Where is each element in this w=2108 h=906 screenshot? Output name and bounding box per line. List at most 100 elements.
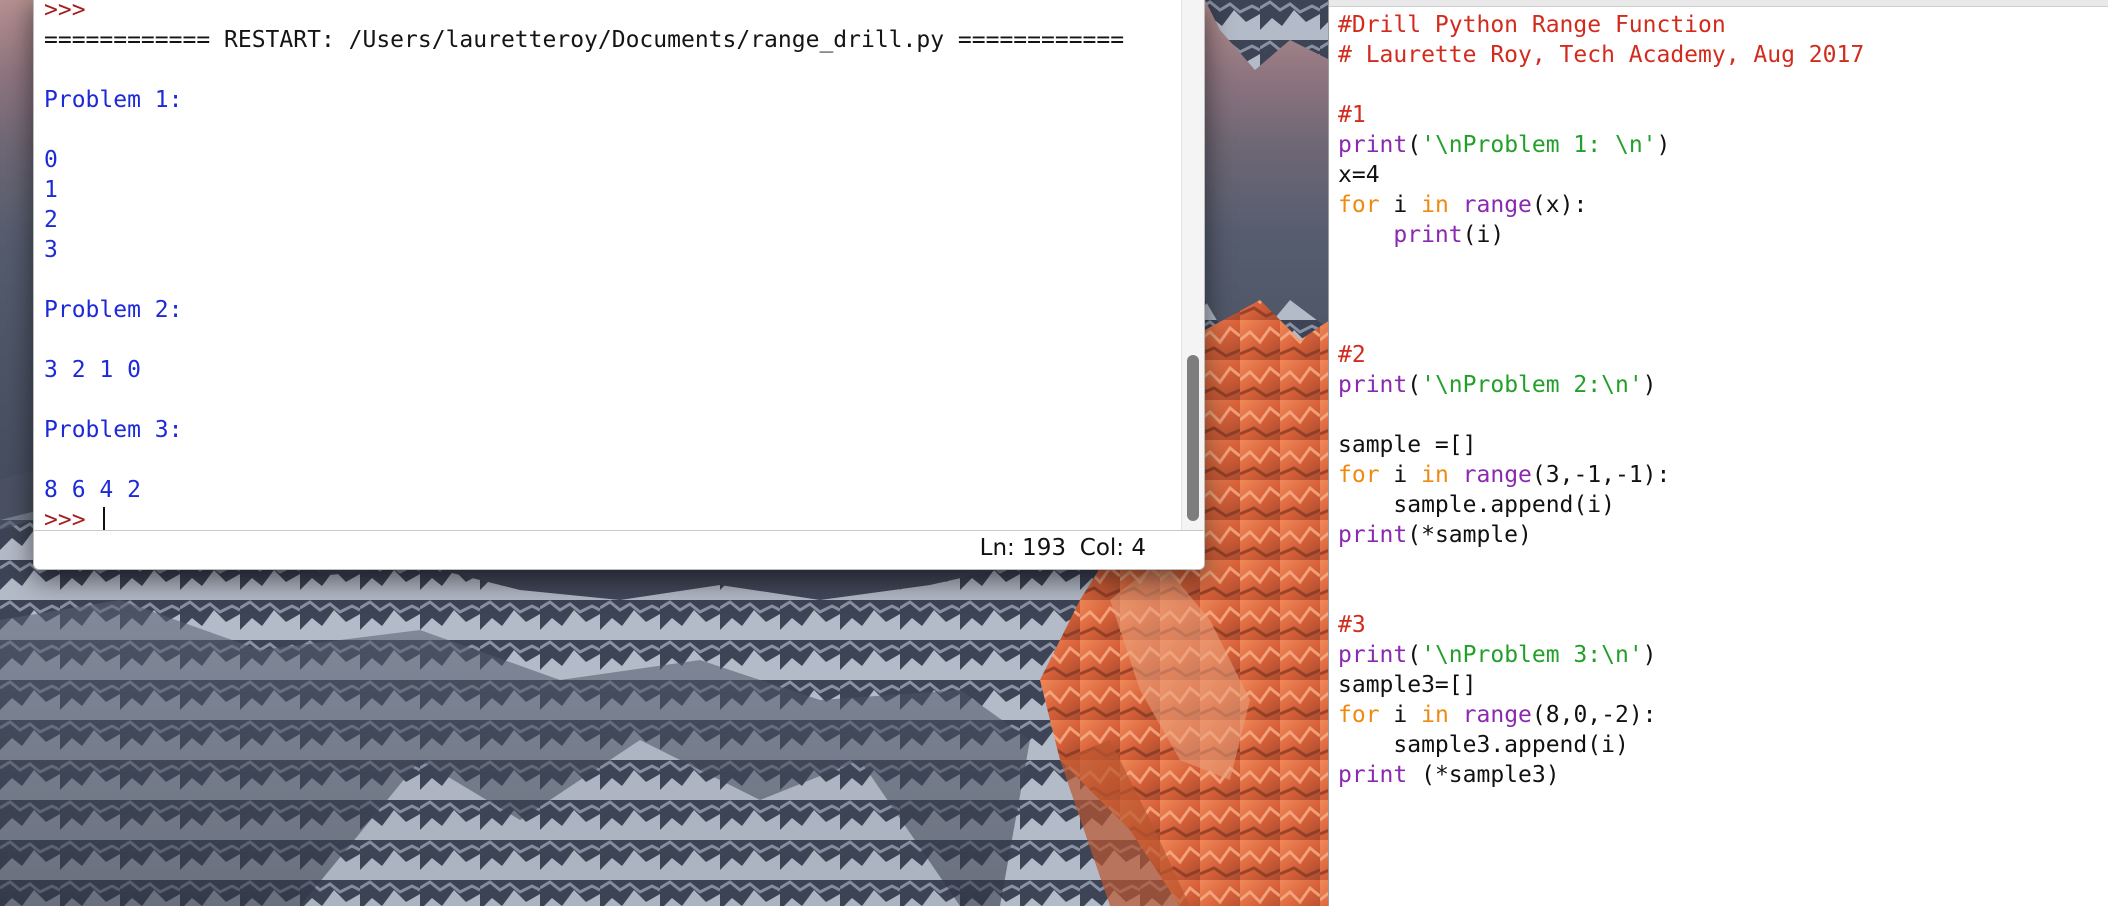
code-token-default: (: [1407, 132, 1422, 158]
shell-line-output: Problem 2:: [44, 295, 1169, 325]
status-column-number: Col: 4: [1079, 535, 1146, 561]
shell-line-text: 3 2 1 0: [44, 357, 141, 383]
editor-code-area[interactable]: #Drill Python Range Function # Laurette R…: [1338, 10, 2098, 890]
shell-line-text: 0: [44, 147, 58, 173]
shell-line-prompt: >>>: [44, 0, 1169, 25]
code-token-string: '\nProblem 3:\n': [1421, 642, 1643, 668]
code-token-default: (x):: [1531, 192, 1588, 218]
code-editor-window: #Drill Python Range Function # Laurette R…: [1328, 0, 2108, 906]
shell-line-text: 2: [44, 207, 58, 233]
shell-status-bar: Ln: 193 Col: 4: [34, 530, 1204, 569]
code-token-default: (*sample3): [1407, 762, 1560, 788]
shell-blank-line: [44, 325, 1169, 355]
code-line: sample3.append(i): [1338, 730, 2098, 760]
shell-output-area[interactable]: >>> ============ RESTART: /Users/laurette…: [44, 0, 1169, 530]
code-line: sample3=[]: [1338, 670, 2098, 700]
shell-line-output: 8 6 4 2: [44, 475, 1169, 505]
shell-blank-line: [44, 445, 1169, 475]
shell-blank-line: [44, 265, 1169, 295]
code-token-default: x=4: [1338, 162, 1380, 188]
code-token-default: [1449, 192, 1463, 218]
code-line: x=4: [1338, 160, 2098, 190]
code-token-default: (: [1407, 372, 1422, 398]
shell-line-text: 1: [44, 177, 58, 203]
code-line: print(*sample): [1338, 520, 2098, 550]
code-line: #1: [1338, 100, 2098, 130]
code-token-default: (*sample): [1407, 522, 1532, 548]
code-line: print('\nProblem 1: \n'): [1338, 130, 2098, 160]
code-token-builtin: print: [1393, 222, 1463, 248]
shell-line-current-prompt: >>>: [44, 505, 1169, 530]
shell-line-output: 2: [44, 205, 1169, 235]
shell-line-text: ============ RESTART: /Users/lauretteroy…: [44, 27, 1125, 53]
code-token-default: [1449, 462, 1463, 488]
code-token-default: i: [1379, 702, 1422, 728]
code-token-default: [1338, 222, 1393, 248]
code-token-builtin: print: [1338, 372, 1408, 398]
code-token-comment: #Drill Python Range Function: [1338, 12, 1726, 38]
code-line: #2: [1338, 340, 2098, 370]
code-token-builtin: print: [1338, 642, 1408, 668]
code-token-default: sample =[]: [1338, 432, 1477, 458]
shell-line-output: Problem 3:: [44, 415, 1169, 445]
shell-line-output: 3: [44, 235, 1169, 265]
code-token-builtin: range: [1462, 702, 1532, 728]
code-token-builtin: range: [1462, 462, 1532, 488]
code-token-default: [1449, 702, 1463, 728]
code-token-default: i: [1379, 192, 1422, 218]
shell-line-text: 8 6 4 2: [44, 477, 141, 503]
code-token-keyword: for: [1338, 462, 1380, 488]
code-line: for i in range(x):: [1338, 190, 2098, 220]
python-shell-window: >>> ============ RESTART: /Users/laurette…: [33, 0, 1205, 570]
code-token-keyword: for: [1338, 702, 1380, 728]
shell-line-output: 1: [44, 175, 1169, 205]
code-token-comment: # Laurette Roy, Tech Academy, Aug 2017: [1338, 42, 1865, 68]
code-token-default: (3,-1,-1):: [1531, 462, 1671, 488]
shell-line-output: 0: [44, 145, 1169, 175]
shell-scrollbar[interactable]: [1181, 0, 1204, 530]
code-line: print(i): [1338, 220, 2098, 250]
code-token-keyword: in: [1421, 702, 1449, 728]
code-line: sample =[]: [1338, 430, 2098, 460]
code-token-default: sample.append(i): [1338, 492, 1615, 518]
code-token-keyword: for: [1338, 192, 1380, 218]
shell-line-text: >>>: [44, 507, 100, 530]
code-line: #3: [1338, 610, 2098, 640]
desktop: >>> ============ RESTART: /Users/laurette…: [0, 0, 2108, 906]
code-token-comment: #3: [1338, 612, 1366, 638]
code-token-default: ): [1656, 132, 1671, 158]
text-cursor: [103, 507, 106, 530]
shell-line-output: 3 2 1 0: [44, 355, 1169, 385]
shell-line-text: >>>: [44, 0, 86, 23]
code-token-builtin: print: [1338, 132, 1408, 158]
code-token-builtin: print: [1338, 762, 1408, 788]
code-token-default: (: [1407, 642, 1422, 668]
status-line-number: Ln: 193: [979, 535, 1066, 561]
code-token-default: (i): [1462, 222, 1505, 248]
code-token-builtin: range: [1462, 192, 1532, 218]
shell-scrollbar-thumb[interactable]: [1187, 355, 1199, 521]
code-line: sample.append(i): [1338, 490, 2098, 520]
code-token-default: sample3=[]: [1338, 672, 1477, 698]
code-token-string: '\nProblem 2:\n': [1421, 372, 1643, 398]
shell-blank-line: [44, 55, 1169, 85]
code-line: for i in range(8,0,-2):: [1338, 700, 2098, 730]
code-token-keyword: in: [1421, 462, 1449, 488]
shell-line-text: Problem 2:: [44, 297, 183, 323]
shell-line-text: Problem 3:: [44, 417, 183, 443]
code-line: for i in range(3,-1,-1):: [1338, 460, 2098, 490]
code-token-keyword: in: [1421, 192, 1449, 218]
code-line: print('\nProblem 3:\n'): [1338, 640, 2098, 670]
shell-line-restart: ============ RESTART: /Users/lauretteroy…: [44, 25, 1169, 55]
code-token-default: sample3.append(i): [1338, 732, 1629, 758]
code-token-default: (8,0,-2):: [1531, 702, 1657, 728]
code-line: # Laurette Roy, Tech Academy, Aug 2017: [1338, 40, 2098, 70]
shell-blank-line: [44, 115, 1169, 145]
